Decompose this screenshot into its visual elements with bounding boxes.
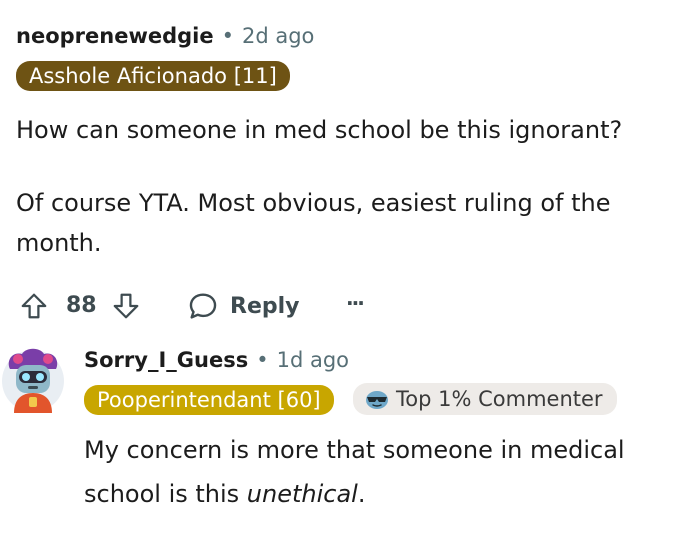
- arrow-up-icon: [21, 293, 47, 319]
- reply-separator: •: [256, 348, 269, 372]
- reply-timestamp[interactable]: 1d ago: [277, 348, 349, 372]
- comment-user-flair: Asshole Aficionado [11]: [16, 61, 290, 91]
- comment-body-line-1: How can someone in med school be this ig…: [16, 116, 623, 144]
- downvote-button[interactable]: [110, 290, 142, 322]
- top-commenter-badge: Top 1% Commenter: [353, 383, 617, 415]
- comment-body-line-3: month.: [16, 229, 102, 257]
- vote-score: 88: [66, 293, 97, 318]
- top-commenter-label: Top 1% Commenter: [396, 387, 603, 411]
- reply-body-text: school is this: [84, 480, 247, 508]
- comment-separator: •: [221, 24, 234, 48]
- comment-header: neoprenewedgie • 2d ago: [16, 24, 314, 48]
- speech-bubble-icon: [189, 293, 217, 319]
- reply-body-line-2: school is this unethical.: [84, 474, 365, 514]
- reply-label: Reply: [230, 293, 300, 319]
- reply-body-line-1: My concern is more that someone in medic…: [84, 436, 625, 464]
- reply-body-period: .: [357, 480, 366, 508]
- comment-timestamp[interactable]: 2d ago: [242, 24, 314, 48]
- reply-body-italic: unethical: [246, 480, 358, 508]
- upvote-button[interactable]: [18, 290, 50, 322]
- robot-avatar-icon: [2, 348, 64, 413]
- reply-button[interactable]: Reply: [186, 289, 300, 323]
- arrow-down-icon: [113, 293, 139, 319]
- sunglasses-emoji-icon: [366, 391, 388, 409]
- reply-header: Sorry_I_Guess • 1d ago: [84, 348, 349, 372]
- reply-user-flair: Pooperintendant [60]: [84, 385, 334, 415]
- reply-avatar[interactable]: [0, 345, 66, 415]
- comment-body-line-2: Of course YTA. Most obvious, easiest rul…: [16, 189, 611, 217]
- more-options-button[interactable]: ···: [346, 291, 365, 315]
- comment-username[interactable]: neoprenewedgie: [16, 24, 214, 48]
- reply-username[interactable]: Sorry_I_Guess: [84, 348, 248, 372]
